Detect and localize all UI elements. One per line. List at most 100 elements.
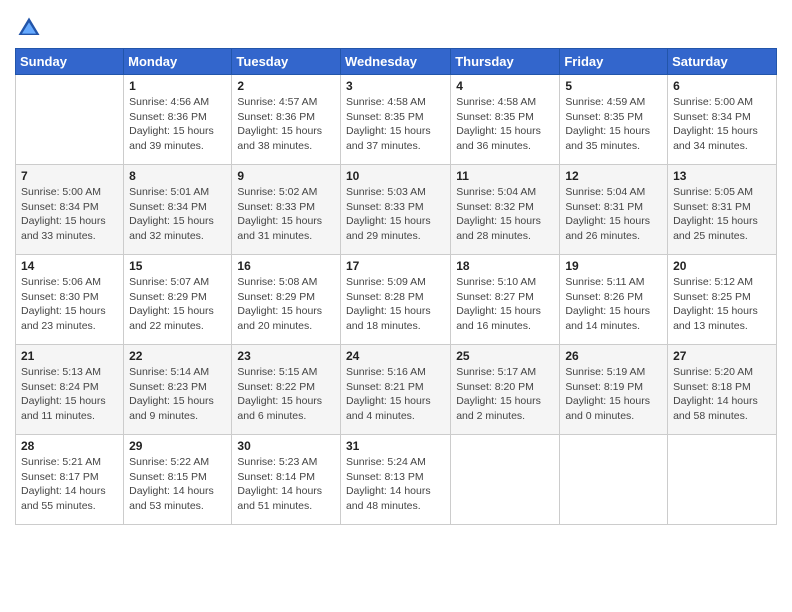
day-info: Sunrise: 5:15 AM Sunset: 8:22 PM Dayligh…: [237, 365, 335, 424]
day-number: 11: [456, 169, 554, 183]
day-info: Sunrise: 5:14 AM Sunset: 8:23 PM Dayligh…: [129, 365, 226, 424]
day-number: 3: [346, 79, 445, 93]
day-info: Sunrise: 5:00 AM Sunset: 8:34 PM Dayligh…: [673, 95, 771, 154]
day-info: Sunrise: 5:09 AM Sunset: 8:28 PM Dayligh…: [346, 275, 445, 334]
day-info: Sunrise: 5:13 AM Sunset: 8:24 PM Dayligh…: [21, 365, 118, 424]
calendar-cell: 17 Sunrise: 5:09 AM Sunset: 8:28 PM Dayli…: [340, 255, 450, 345]
day-info: Sunrise: 5:06 AM Sunset: 8:30 PM Dayligh…: [21, 275, 118, 334]
calendar-cell: 16 Sunrise: 5:08 AM Sunset: 8:29 PM Dayli…: [232, 255, 341, 345]
day-number: 25: [456, 349, 554, 363]
calendar-cell: 8Sunrise: 5:01 AM Sunset: 8:34 PM Daylig…: [124, 165, 232, 255]
day-number: 13: [673, 169, 771, 183]
calendar-cell: [668, 435, 777, 525]
calendar-cell: 22 Sunrise: 5:14 AM Sunset: 8:23 PM Dayli…: [124, 345, 232, 435]
day-number: 30: [237, 439, 335, 453]
day-info: Sunrise: 5:22 AM Sunset: 8:15 PM Dayligh…: [129, 455, 226, 514]
calendar-cell: 18 Sunrise: 5:10 AM Sunset: 8:27 PM Dayli…: [451, 255, 560, 345]
calendar-cell: 27Sunrise: 5:20 AM Sunset: 8:18 PM Dayli…: [668, 345, 777, 435]
day-info: Sunrise: 5:16 AM Sunset: 8:21 PM Dayligh…: [346, 365, 445, 424]
day-number: 31: [346, 439, 445, 453]
calendar-cell: 7 Sunrise: 5:00 AM Sunset: 8:34 PM Daylig…: [16, 165, 124, 255]
calendar-cell: [560, 435, 668, 525]
day-info: Sunrise: 5:21 AM Sunset: 8:17 PM Dayligh…: [21, 455, 118, 514]
calendar-cell: 13 Sunrise: 5:05 AM Sunset: 8:31 PM Dayli…: [668, 165, 777, 255]
day-info: Sunrise: 5:17 AM Sunset: 8:20 PM Dayligh…: [456, 365, 554, 424]
day-info: Sunrise: 5:11 AM Sunset: 8:26 PM Dayligh…: [565, 275, 662, 334]
calendar-cell: 11 Sunrise: 5:04 AM Sunset: 8:32 PM Dayli…: [451, 165, 560, 255]
day-number: 5: [565, 79, 662, 93]
logo-icon: [15, 14, 43, 42]
calendar-table: SundayMondayTuesdayWednesdayThursdayFrid…: [15, 48, 777, 525]
day-info: Sunrise: 4:58 AM Sunset: 8:35 PM Dayligh…: [346, 95, 445, 154]
calendar-cell: 12Sunrise: 5:04 AM Sunset: 8:31 PM Dayli…: [560, 165, 668, 255]
day-number: 28: [21, 439, 118, 453]
calendar-cell: 21 Sunrise: 5:13 AM Sunset: 8:24 PM Dayli…: [16, 345, 124, 435]
day-info: Sunrise: 4:58 AM Sunset: 8:35 PM Dayligh…: [456, 95, 554, 154]
day-number: 22: [129, 349, 226, 363]
page-header: [15, 10, 777, 42]
week-row-3: 14 Sunrise: 5:06 AM Sunset: 8:30 PM Dayli…: [16, 255, 777, 345]
day-number: 6: [673, 79, 771, 93]
day-info: Sunrise: 5:04 AM Sunset: 8:32 PM Dayligh…: [456, 185, 554, 244]
day-number: 7: [21, 169, 118, 183]
calendar-cell: 5 Sunrise: 4:59 AM Sunset: 8:35 PM Daylig…: [560, 75, 668, 165]
calendar-cell: 30 Sunrise: 5:23 AM Sunset: 8:14 PM Dayli…: [232, 435, 341, 525]
week-row-1: 1 Sunrise: 4:56 AM Sunset: 8:36 PM Daylig…: [16, 75, 777, 165]
day-number: 1: [129, 79, 226, 93]
calendar-cell: 4 Sunrise: 4:58 AM Sunset: 8:35 PM Daylig…: [451, 75, 560, 165]
col-header-friday: Friday: [560, 49, 668, 75]
day-info: Sunrise: 5:02 AM Sunset: 8:33 PM Dayligh…: [237, 185, 335, 244]
calendar-cell: [451, 435, 560, 525]
calendar-cell: 25 Sunrise: 5:17 AM Sunset: 8:20 PM Dayli…: [451, 345, 560, 435]
col-header-sunday: Sunday: [16, 49, 124, 75]
day-number: 4: [456, 79, 554, 93]
day-info: Sunrise: 5:01 AM Sunset: 8:34 PM Dayligh…: [129, 185, 226, 244]
day-info: Sunrise: 4:59 AM Sunset: 8:35 PM Dayligh…: [565, 95, 662, 154]
calendar-cell: 26Sunrise: 5:19 AM Sunset: 8:19 PM Dayli…: [560, 345, 668, 435]
day-info: Sunrise: 4:57 AM Sunset: 8:36 PM Dayligh…: [237, 95, 335, 154]
col-header-thursday: Thursday: [451, 49, 560, 75]
day-info: Sunrise: 5:03 AM Sunset: 8:33 PM Dayligh…: [346, 185, 445, 244]
day-info: Sunrise: 5:05 AM Sunset: 8:31 PM Dayligh…: [673, 185, 771, 244]
day-number: 9: [237, 169, 335, 183]
day-info: Sunrise: 5:00 AM Sunset: 8:34 PM Dayligh…: [21, 185, 118, 244]
day-number: 18: [456, 259, 554, 273]
day-number: 17: [346, 259, 445, 273]
day-info: Sunrise: 5:24 AM Sunset: 8:13 PM Dayligh…: [346, 455, 445, 514]
day-number: 29: [129, 439, 226, 453]
day-number: 27: [673, 349, 771, 363]
day-info: Sunrise: 5:08 AM Sunset: 8:29 PM Dayligh…: [237, 275, 335, 334]
day-number: 26: [565, 349, 662, 363]
col-header-monday: Monday: [124, 49, 232, 75]
logo: [15, 14, 46, 42]
calendar-cell: 15 Sunrise: 5:07 AM Sunset: 8:29 PM Dayli…: [124, 255, 232, 345]
calendar-cell: 2Sunrise: 4:57 AM Sunset: 8:36 PM Daylig…: [232, 75, 341, 165]
col-header-tuesday: Tuesday: [232, 49, 341, 75]
calendar-cell: 14 Sunrise: 5:06 AM Sunset: 8:30 PM Dayli…: [16, 255, 124, 345]
day-number: 14: [21, 259, 118, 273]
day-number: 10: [346, 169, 445, 183]
day-number: 21: [21, 349, 118, 363]
calendar-cell: 6 Sunrise: 5:00 AM Sunset: 8:34 PM Daylig…: [668, 75, 777, 165]
calendar-cell: 31 Sunrise: 5:24 AM Sunset: 8:13 PM Dayli…: [340, 435, 450, 525]
calendar-cell: 29 Sunrise: 5:22 AM Sunset: 8:15 PM Dayli…: [124, 435, 232, 525]
day-number: 19: [565, 259, 662, 273]
day-number: 15: [129, 259, 226, 273]
calendar-header: SundayMondayTuesdayWednesdayThursdayFrid…: [16, 49, 777, 75]
week-row-5: 28 Sunrise: 5:21 AM Sunset: 8:17 PM Dayli…: [16, 435, 777, 525]
col-header-saturday: Saturday: [668, 49, 777, 75]
calendar-cell: 10 Sunrise: 5:03 AM Sunset: 8:33 PM Dayli…: [340, 165, 450, 255]
day-info: Sunrise: 5:07 AM Sunset: 8:29 PM Dayligh…: [129, 275, 226, 334]
calendar-cell: 28 Sunrise: 5:21 AM Sunset: 8:17 PM Dayli…: [16, 435, 124, 525]
calendar-cell: 24Sunrise: 5:16 AM Sunset: 8:21 PM Dayli…: [340, 345, 450, 435]
day-number: 12: [565, 169, 662, 183]
day-info: Sunrise: 4:56 AM Sunset: 8:36 PM Dayligh…: [129, 95, 226, 154]
calendar-cell: 19 Sunrise: 5:11 AM Sunset: 8:26 PM Dayli…: [560, 255, 668, 345]
day-info: Sunrise: 5:10 AM Sunset: 8:27 PM Dayligh…: [456, 275, 554, 334]
day-number: 16: [237, 259, 335, 273]
calendar-cell: 1 Sunrise: 4:56 AM Sunset: 8:36 PM Daylig…: [124, 75, 232, 165]
calendar-cell: [16, 75, 124, 165]
day-number: 23: [237, 349, 335, 363]
day-info: Sunrise: 5:23 AM Sunset: 8:14 PM Dayligh…: [237, 455, 335, 514]
calendar-cell: 9 Sunrise: 5:02 AM Sunset: 8:33 PM Daylig…: [232, 165, 341, 255]
